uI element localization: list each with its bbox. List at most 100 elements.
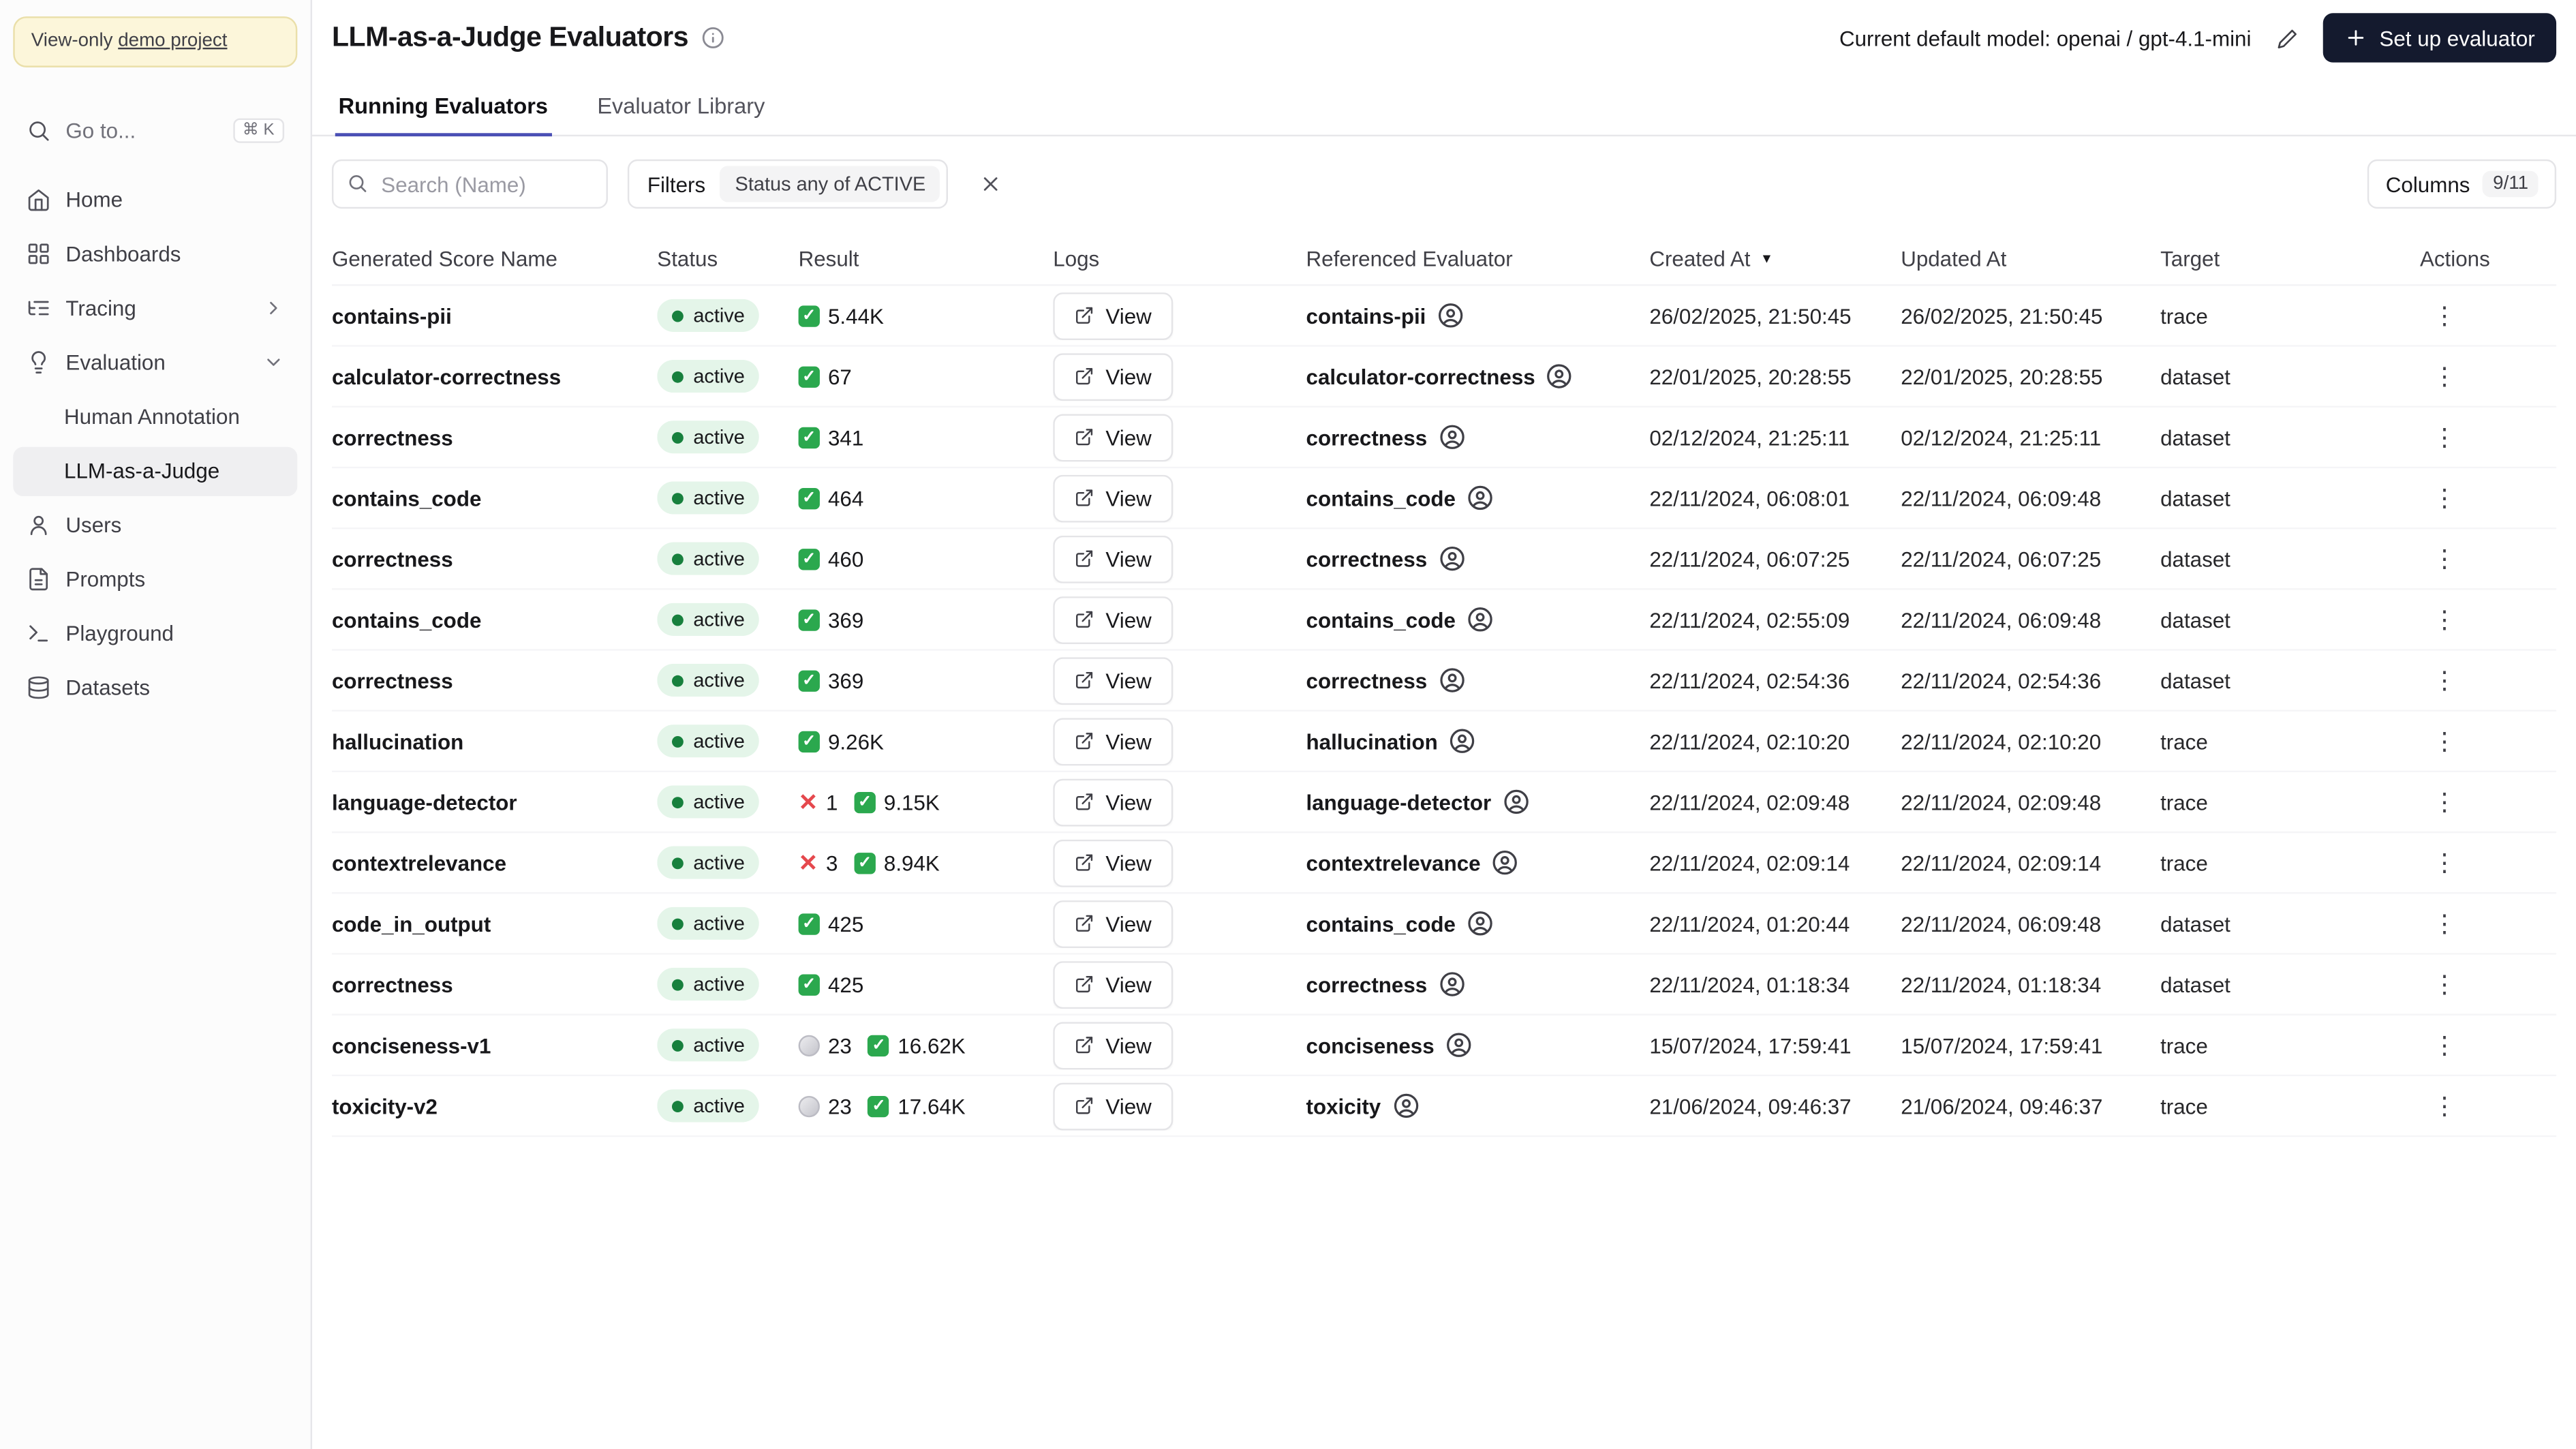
sidebar-item-home[interactable]: Home xyxy=(13,176,297,225)
view-logs-button[interactable]: View xyxy=(1053,413,1174,461)
tab-evaluator-library[interactable]: Evaluator Library xyxy=(594,80,769,136)
target: trace xyxy=(2160,303,2208,328)
generated-score-name: hallucination xyxy=(331,729,464,754)
sidebar-item-users[interactable]: Users xyxy=(13,501,297,550)
lightbulb-icon xyxy=(31,352,46,375)
kebab-icon: ⋮ xyxy=(2432,483,2457,512)
row-actions-button[interactable]: ⋮ xyxy=(2423,416,2466,459)
table-row: toxicity-v2 active 23 ✓ 17.64K View toxici… xyxy=(331,1076,2557,1138)
row-actions-button[interactable]: ⋮ xyxy=(2423,963,2466,1006)
status-badge: active xyxy=(657,359,760,393)
view-logs-button[interactable]: View xyxy=(1053,1082,1174,1130)
check-icon: ✓ xyxy=(798,426,820,448)
setup-evaluator-button[interactable]: Set up evaluator xyxy=(2323,13,2557,63)
table-row: correctness active ✓ 425 View correctness… xyxy=(331,955,2557,1016)
demo-project-link[interactable]: demo project xyxy=(118,31,227,51)
sidebar-item-datasets[interactable]: Datasets xyxy=(13,664,297,713)
page-header: LLM-as-a-Judge Evaluators Current defaul… xyxy=(332,13,2557,63)
view-logs-button[interactable]: View xyxy=(1053,474,1174,522)
row-actions-button[interactable]: ⋮ xyxy=(2423,476,2466,519)
view-logs-label: View xyxy=(1105,789,1152,814)
edit-default-model-button[interactable] xyxy=(2268,18,2307,58)
check-icon: ✓ xyxy=(798,730,820,752)
updated-at: 22/01/2025, 20:28:55 xyxy=(1901,363,2103,389)
updated-at: 22/11/2024, 02:09:48 xyxy=(1901,789,2102,814)
status-label: active xyxy=(693,669,745,692)
view-logs-button[interactable]: View xyxy=(1053,534,1174,583)
search-input[interactable] xyxy=(331,159,608,209)
result-badge-success: ✓ 67 xyxy=(798,364,852,388)
result-cell: ✓ 67 xyxy=(798,364,1054,388)
row-actions-button[interactable]: ⋮ xyxy=(2423,1084,2466,1127)
row-actions-button[interactable]: ⋮ xyxy=(2423,537,2466,580)
view-logs-button[interactable]: View xyxy=(1053,778,1174,826)
status-label: active xyxy=(693,486,745,510)
sidebar-item-label: Evaluation xyxy=(65,350,166,376)
view-logs-button[interactable]: View xyxy=(1053,717,1174,765)
view-logs-button[interactable]: View xyxy=(1053,595,1174,643)
view-logs-button[interactable]: View xyxy=(1053,960,1174,1008)
user-circle-icon xyxy=(1468,485,1492,510)
view-logs-button[interactable]: View xyxy=(1053,899,1174,947)
row-actions-button[interactable]: ⋮ xyxy=(2423,902,2466,945)
view-logs-button[interactable]: View xyxy=(1053,1021,1174,1069)
updated-at: 22/11/2024, 02:09:14 xyxy=(1901,850,2102,875)
result-badge-success: ✓ 8.94K xyxy=(854,851,940,875)
generated-score-name: correctness xyxy=(331,667,453,693)
view-logs-button[interactable]: View xyxy=(1053,838,1174,887)
created-at: 22/11/2024, 02:09:14 xyxy=(1649,850,1850,875)
sidebar-item-dashboards[interactable]: Dashboards xyxy=(13,230,297,279)
sidebar-item-human-annotation[interactable]: Human Annotation xyxy=(13,393,297,442)
external-link-icon xyxy=(1076,1097,1093,1114)
column-header-created-at[interactable]: Created At ▼ xyxy=(1649,247,1901,271)
result-cell: ✓ 369 xyxy=(798,607,1054,632)
row-actions-button[interactable]: ⋮ xyxy=(2423,598,2466,641)
sidebar-item-prompts[interactable]: Prompts xyxy=(13,555,297,605)
external-link-icon xyxy=(1076,367,1093,385)
sidebar-item-evaluation[interactable]: Evaluation xyxy=(13,338,297,387)
table-row: hallucination active ✓ 9.26K View halluci… xyxy=(331,712,2557,773)
status-dot-icon xyxy=(671,309,684,322)
sidebar-item-llm-as-a-judge[interactable]: LLM-as-a-Judge xyxy=(13,446,298,496)
tab-running-evaluators[interactable]: Running Evaluators xyxy=(335,80,551,137)
status-badge: active xyxy=(657,542,760,575)
kebab-icon: ⋮ xyxy=(2432,301,2457,330)
table-row: conciseness-v1 active 23 ✓ 16.62K View con… xyxy=(331,1016,2557,1077)
table-row: contains_code active ✓ 369 View contains_… xyxy=(331,590,2557,651)
sidebar-item-tracing[interactable]: Tracing xyxy=(13,284,297,333)
table-row: contains_code active ✓ 464 View contains_… xyxy=(331,468,2557,530)
result-badge-success: ✓ 9.15K xyxy=(854,789,940,814)
toolbar: Filters Status any of ACTIVE Columns 9/1… xyxy=(331,157,2557,210)
status-label: active xyxy=(693,1094,745,1118)
row-actions-button[interactable]: ⋮ xyxy=(2423,1024,2466,1067)
goto-command-palette[interactable]: Go to... ⌘ K xyxy=(13,107,297,156)
columns-button[interactable]: Columns 9/11 xyxy=(2367,159,2557,209)
sidebar-item-label: Dashboards xyxy=(65,242,181,267)
sidebar-item-playground[interactable]: Playground xyxy=(13,609,297,658)
keyboard-shortcut-badge: ⌘ K xyxy=(232,119,285,144)
view-logs-button[interactable]: View xyxy=(1053,656,1174,704)
status-badge: active xyxy=(657,481,760,515)
created-at: 22/11/2024, 01:20:44 xyxy=(1649,911,1850,936)
main-content: LLM-as-a-Judge Evaluators Current defaul… xyxy=(312,0,2576,1449)
row-actions-button[interactable]: ⋮ xyxy=(2423,720,2466,763)
list-tree-icon xyxy=(28,301,49,316)
view-logs-button[interactable]: View xyxy=(1053,352,1174,401)
row-actions-button[interactable]: ⋮ xyxy=(2423,841,2466,884)
referenced-evaluator-name: contextrelevance xyxy=(1306,850,1481,875)
clear-filters-button[interactable] xyxy=(968,161,1015,207)
row-actions-button[interactable]: ⋮ xyxy=(2423,294,2466,337)
created-at: 22/01/2025, 20:28:55 xyxy=(1649,363,1852,389)
target: trace xyxy=(2160,729,2208,754)
chevron-down-icon xyxy=(267,359,280,367)
kebab-icon: ⋮ xyxy=(2432,362,2457,391)
view-logs-button[interactable]: View xyxy=(1053,291,1174,339)
row-actions-button[interactable]: ⋮ xyxy=(2423,355,2466,398)
column-header-target: Target xyxy=(2160,246,2220,271)
generated-score-name: calculator-correctness xyxy=(331,363,562,389)
row-actions-button[interactable]: ⋮ xyxy=(2423,659,2466,702)
row-actions-button[interactable]: ⋮ xyxy=(2423,780,2466,823)
external-link-icon xyxy=(1076,793,1093,810)
filters-button[interactable]: Filters Status any of ACTIVE xyxy=(627,159,949,209)
created-at: 22/11/2024, 02:10:20 xyxy=(1649,729,1850,754)
